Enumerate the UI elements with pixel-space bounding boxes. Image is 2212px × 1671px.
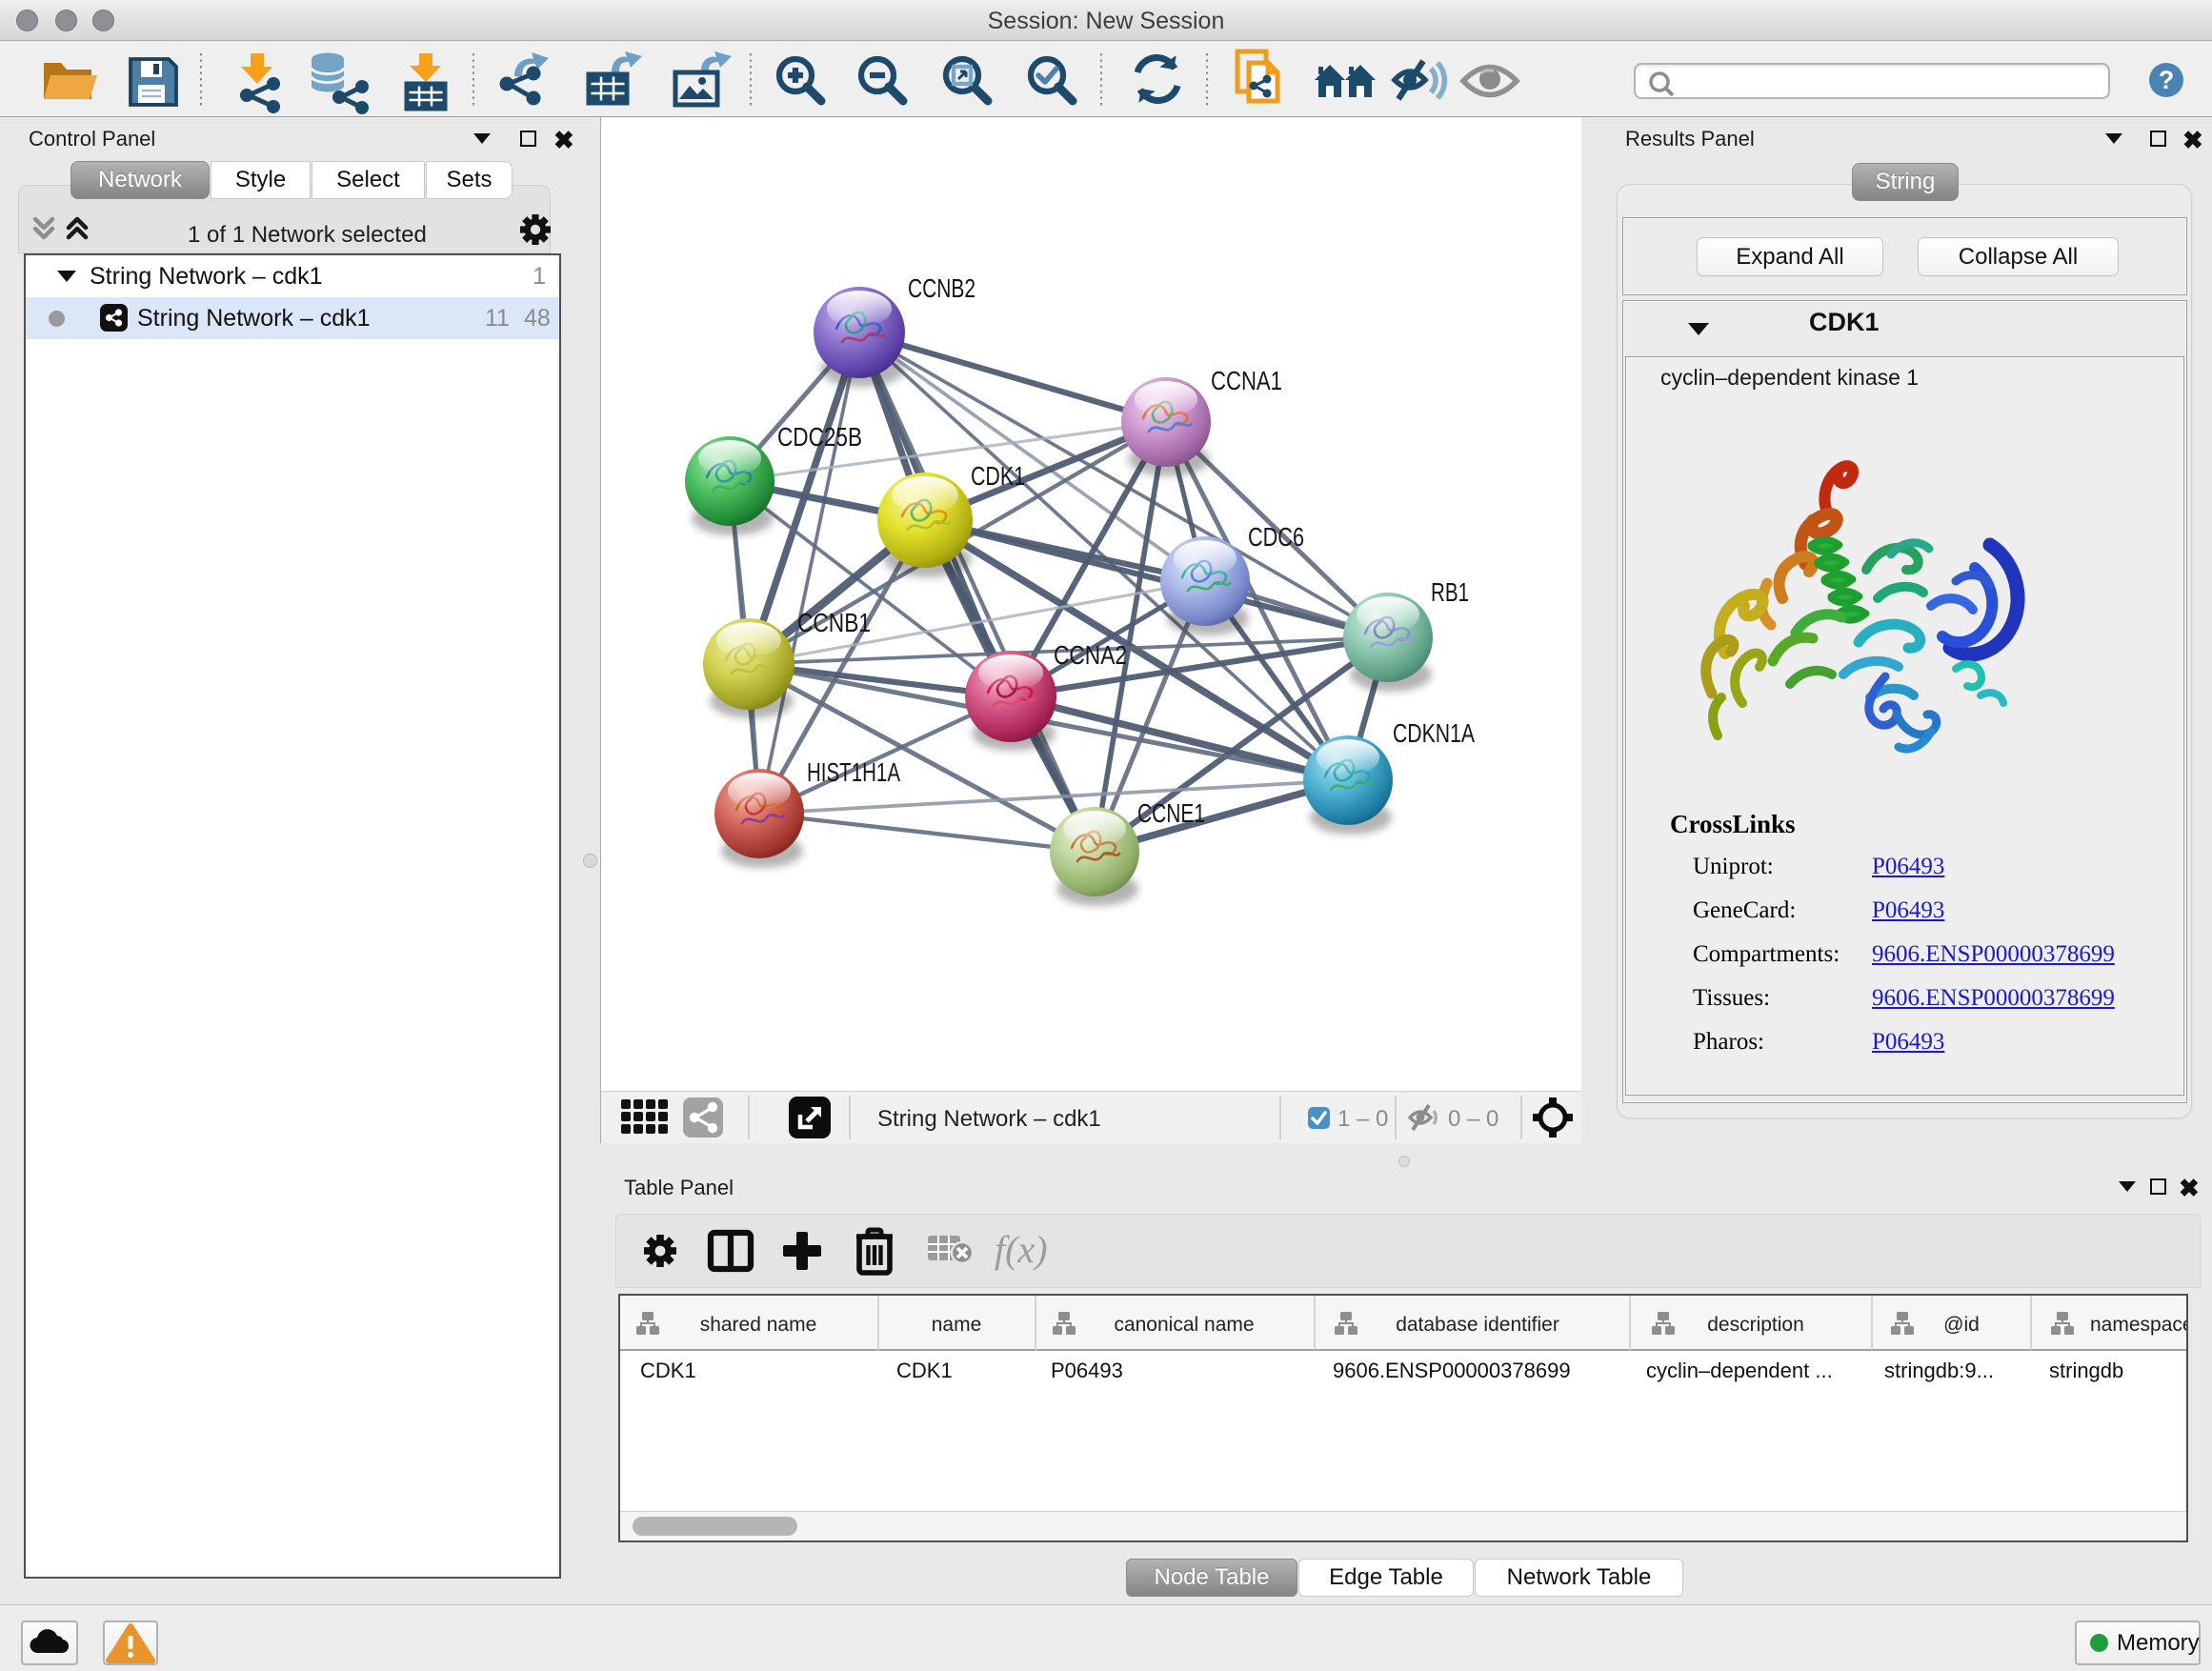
svg-text:HIST1H1A: HIST1H1A [807,757,900,787]
svg-text:description: description [1707,1314,1804,1336]
svg-text:String Network – cdk1: String Network – cdk1 [877,1106,1101,1132]
svg-text:0 – 0: 0 – 0 [1448,1106,1498,1132]
svg-text:RB1: RB1 [1431,577,1469,607]
svg-text:database identifier: database identifier [1396,1314,1559,1336]
svg-text:shared name: shared name [700,1314,817,1336]
svg-text:CDKN1A: CDKN1A [1393,718,1475,748]
svg-text:CCNA2: CCNA2 [1054,640,1127,670]
svg-text:name: name [932,1314,982,1336]
svg-text:CCNA1: CCNA1 [1211,366,1282,395]
svg-text:CCNB2: CCNB2 [908,273,975,303]
svg-text:?: ? [2159,66,2175,94]
svg-text:CCNB1: CCNB1 [797,608,871,637]
svg-text:f(x): f(x) [995,1228,1048,1271]
svg-text:1 – 0: 1 – 0 [1337,1106,1388,1132]
svg-text:@id: @id [1943,1314,1980,1336]
svg-text:namespace: namespace [2090,1314,2186,1336]
svg-text:CDK1: CDK1 [971,461,1025,491]
svg-text:canonical name: canonical name [1114,1314,1254,1336]
svg-text:CCNE1: CCNE1 [1137,798,1205,828]
svg-text:CDC6: CDC6 [1248,522,1304,552]
svg-text:CDC25B: CDC25B [777,422,862,452]
